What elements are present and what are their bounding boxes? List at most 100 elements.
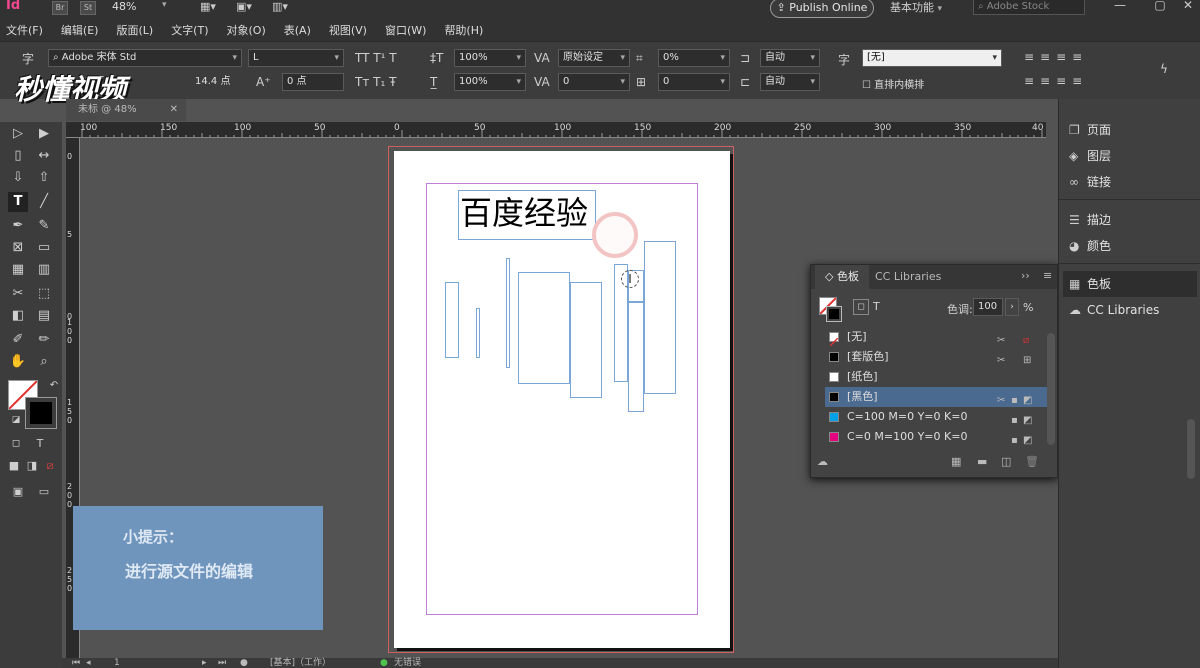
cc-libraries-icon[interactable]: ☁ [817, 455, 828, 468]
vertical-grid-tool-icon[interactable]: ▥ [34, 260, 54, 280]
baseline-shift-field[interactable]: 0 点 [282, 73, 344, 91]
formatting-affects-text-icon[interactable]: T [30, 434, 50, 454]
dock-links[interactable]: ∞ 链接 [1069, 169, 1111, 195]
gradient-feather-tool-icon[interactable]: ▤ [34, 306, 54, 326]
image-frame[interactable] [628, 302, 644, 412]
default-fill-stroke-icon[interactable]: ◪ [6, 410, 26, 430]
aki-before-field[interactable]: 自动 ▾ [760, 49, 820, 67]
dock-cc-libraries[interactable]: ☁ CC Libraries [1069, 297, 1159, 323]
eyedropper-tool-icon[interactable]: ✏ [34, 330, 54, 350]
zoom-dropdown-icon[interactable]: ▾ [162, 0, 167, 10]
horizontal-scale-field[interactable]: 100% ▾ [454, 73, 526, 91]
normal-view-mode-icon[interactable]: ▣ [8, 482, 28, 502]
arrange-documents-icon[interactable]: ▥▾ [272, 0, 288, 13]
font-style-field[interactable]: L ▾ [248, 49, 344, 67]
tab-cc-libraries[interactable]: CC Libraries [865, 265, 951, 289]
align-top-row-icons[interactable]: ≡≡≡≡ [1024, 50, 1088, 64]
publish-online-button[interactable]: ⇪ Publish Online [770, 0, 874, 18]
stroke-swatch[interactable] [25, 397, 57, 429]
hand-tool-icon[interactable]: ✋ [8, 352, 28, 372]
swatch-row-paper[interactable]: [纸色] [825, 367, 1047, 387]
menu-file[interactable]: 文件(F) [6, 22, 43, 38]
workspace-switcher[interactable]: 基本功能 ▾ [890, 0, 942, 15]
text-toggle-icon[interactable]: T [873, 300, 880, 313]
menu-layout[interactable]: 版面(L) [116, 22, 153, 38]
swap-fill-stroke-icon[interactable]: ↶ [44, 376, 64, 396]
first-page-icon[interactable]: ⏮ [72, 658, 80, 668]
previous-page-icon[interactable]: ◂ [86, 658, 91, 668]
menu-table[interactable]: 表(A) [284, 22, 311, 38]
close-button[interactable]: ✕ [1168, 0, 1200, 16]
image-frame[interactable] [518, 272, 570, 384]
all-caps-icon[interactable]: TT T¹ T [355, 51, 397, 65]
tate-chu-yoko-checkbox[interactable]: ☐ 直排内横排 [862, 76, 924, 91]
delete-swatch-icon[interactable]: 🗑 [1025, 455, 1039, 468]
screen-mode-icon[interactable]: ▭ [34, 482, 54, 502]
type-tool-icon[interactable]: T [8, 192, 28, 212]
last-page-icon[interactable]: ⏭ [218, 658, 226, 668]
apply-gradient-icon[interactable]: ◨ [22, 456, 42, 476]
pen-tool-icon[interactable]: ✒ [8, 216, 28, 236]
dock-layers[interactable]: ◈ 图层 [1069, 143, 1111, 169]
apply-color-icon[interactable]: ■ [4, 456, 24, 476]
next-page-icon[interactable]: ▸ [202, 658, 207, 668]
image-frame[interactable] [445, 282, 459, 358]
aki-after-field[interactable]: 自动 ▾ [760, 73, 820, 91]
tsume-field[interactable]: 0% ▾ [658, 49, 730, 67]
gap-tool-icon[interactable]: ↔ [34, 146, 54, 166]
rectangle-tool-icon[interactable]: ▭ [34, 238, 54, 258]
swatch-row-black[interactable]: [黑色] ✂ ▪ ◩ [825, 387, 1047, 407]
panel-expand-icon[interactable]: ›› [1021, 269, 1030, 282]
pencil-tool-icon[interactable]: ✎ [34, 216, 54, 236]
image-frame[interactable] [476, 308, 480, 358]
image-frame[interactable] [644, 241, 676, 394]
swatch-row-registration[interactable]: [套版色] ✂ ⊞ [825, 347, 1047, 367]
minimize-button[interactable]: — [1100, 0, 1140, 16]
dock-color[interactable]: ◕ 颜色 [1069, 233, 1111, 259]
container-toggle-icon[interactable]: ◻ [853, 299, 869, 315]
dock-swatches[interactable]: ▦ 色板 [1063, 271, 1197, 297]
dock-pages[interactable]: ❐ 页面 [1069, 117, 1111, 143]
selection-tool-icon[interactable]: ▷ [8, 124, 28, 144]
menu-view[interactable]: 视图(V) [329, 22, 367, 38]
dock-scrollbar[interactable] [1187, 419, 1195, 479]
content-collector-icon[interactable]: ⇩ [8, 168, 28, 188]
new-swatch-icon[interactable]: ◫ [1001, 455, 1011, 468]
document-tab[interactable]: 未标 @ 48% ✕ [66, 99, 186, 121]
page-tool-icon[interactable]: ▯ [8, 146, 28, 166]
view-options-icon[interactable]: ▦▾ [200, 0, 216, 13]
leading-field[interactable]: 14.4 点 [190, 73, 252, 91]
line-tool-icon[interactable]: ╱ [34, 192, 54, 212]
character-formatting-icon[interactable]: 字 [22, 50, 34, 67]
font-family-field[interactable]: ⌕ Adobe 宋体 Std ▾ [48, 49, 242, 67]
swatch-row-cyan[interactable]: C=100 M=0 Y=0 K=0 ▪ ◩ [825, 407, 1047, 427]
character-style-field[interactable]: [无] ▾ [862, 49, 1002, 67]
tint-field[interactable]: 100 [973, 298, 1003, 316]
stock-button[interactable]: St [80, 1, 96, 15]
note-tool-icon[interactable]: ✐ [8, 330, 28, 350]
menu-type[interactable]: 文字(T) [171, 22, 208, 38]
tint-stepper-icon[interactable]: › [1005, 298, 1019, 316]
show-options-icon[interactable]: ▦ [951, 455, 961, 468]
rectangle-frame-tool-icon[interactable]: ⊠ [8, 238, 28, 258]
preflight-status[interactable]: 无错误 [394, 658, 421, 668]
apply-none-icon[interactable]: ⧄ [40, 456, 60, 476]
bridge-button[interactable]: Br [52, 1, 68, 15]
menu-window[interactable]: 窗口(W) [385, 22, 426, 38]
kerning-field[interactable]: 原始设定 ▾ [558, 49, 630, 67]
close-tab-icon[interactable]: ✕ [170, 99, 178, 121]
scissors-tool-icon[interactable]: ✂ [8, 284, 28, 304]
tracking-field[interactable]: 0 ▾ [558, 73, 630, 91]
panel-menu-icon[interactable]: ≡ [1043, 269, 1052, 282]
menu-object[interactable]: 对象(O) [227, 22, 266, 38]
dock-stroke[interactable]: ☰ 描边 [1069, 207, 1111, 233]
menu-edit[interactable]: 编辑(E) [61, 22, 99, 38]
adobe-stock-search-input[interactable]: ⌕ Adobe Stock [973, 0, 1085, 15]
tab-swatches[interactable]: ◇ 色板 [815, 265, 869, 289]
vertical-scale-field[interactable]: 100% ▾ [454, 49, 526, 67]
swatch-row-none[interactable]: [无] ✂ ⧄ [825, 327, 1047, 347]
gradient-swatch-tool-icon[interactable]: ◧ [8, 306, 28, 326]
zoom-level[interactable]: 48% [112, 0, 136, 13]
stroke-swatch[interactable] [826, 306, 842, 322]
character-rotation-field[interactable]: 0 ▾ [658, 73, 730, 91]
